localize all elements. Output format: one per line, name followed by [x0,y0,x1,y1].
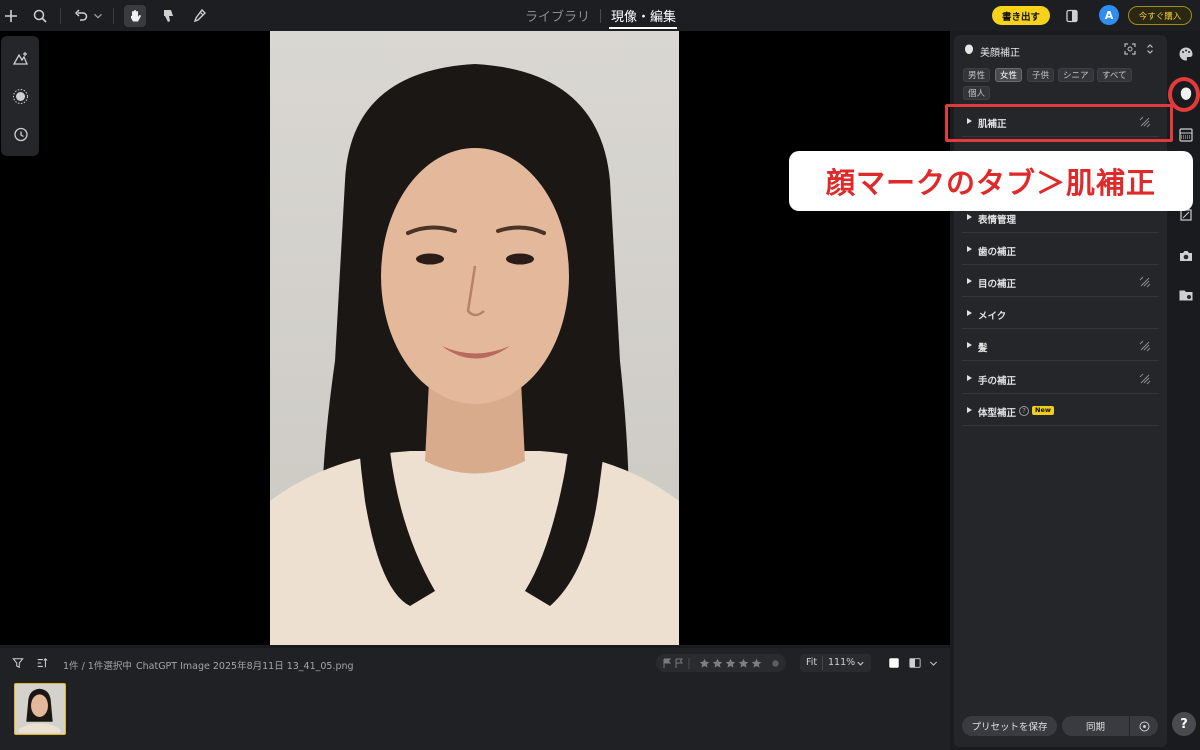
sync-button[interactable]: 同期 [1062,716,1129,736]
zoom-divider [822,656,823,670]
palette-icon[interactable] [1176,44,1196,64]
section-body-shape[interactable]: 体型補正 ? New [962,396,1159,426]
chip-individual[interactable]: 個人 [963,86,991,100]
section-eyes[interactable]: 目の補正 [962,267,1159,297]
section-label: 体型補正 [978,408,1017,419]
background-color-icon[interactable] [887,656,901,670]
light-adjust-icon[interactable] [10,86,30,106]
mode-tab-separator [600,9,601,23]
active-tab-underline [609,27,677,29]
star-icon[interactable] [749,656,763,670]
gradient-tab-icon[interactable] [1176,125,1196,145]
star-icon[interactable] [710,656,724,670]
reset-icon[interactable] [1139,340,1151,352]
expand-arrow-icon [967,278,972,284]
zoom-value: 111% [828,657,856,668]
split-view-icon[interactable] [1061,5,1083,27]
thumbnail[interactable] [14,683,66,735]
panel-title: 美顔補正 [980,48,1020,59]
auto-adjust-icon[interactable] [10,48,30,68]
file-name: ChatGPT Image 2025年8月11日 13_41_05.png [136,661,354,672]
star-icon[interactable] [697,656,711,670]
section-hair[interactable]: 髪 [962,331,1159,361]
export-button[interactable]: 書き出す [992,6,1050,25]
chip-female[interactable]: 女性 [995,68,1023,82]
expand-arrow-icon [967,407,972,413]
new-badge: New [1032,406,1054,415]
section-hands[interactable]: 手の補正 [962,364,1159,394]
face-icon [965,44,973,54]
folder-settings-icon[interactable] [1176,285,1196,305]
fit-button[interactable]: Fit [806,657,817,668]
help-icon[interactable]: ? [1019,406,1029,416]
chip-senior[interactable]: シニア [1058,68,1094,82]
color-label-icon[interactable] [768,656,782,670]
tab-library[interactable]: ライブラリ [525,6,590,25]
star-icon[interactable] [723,656,737,670]
brush-tool-icon[interactable] [188,5,210,27]
toolbar-divider [60,8,61,24]
expand-arrow-icon [967,342,972,348]
section-makeup[interactable]: メイク [962,299,1159,329]
zoom-chevron-icon[interactable] [856,659,865,668]
before-after-icon[interactable] [908,656,922,670]
section-label: 目の補正 [978,279,1017,290]
section-label: 表情管理 [978,215,1017,226]
top-bar: ライブラリ 現像・編集 書き出す A 今すぐ購入 [0,0,1200,31]
portrait-photo [270,31,679,645]
annotation-callout: 顔マークのタブ＞肌補正 [789,151,1193,211]
filter-icon[interactable] [11,656,25,670]
tab-develop-edit[interactable]: 現像・編集 [611,6,676,25]
chip-male[interactable]: 男性 [963,68,991,82]
sync-options-icon[interactable] [1130,716,1158,736]
image-canvas[interactable] [0,31,950,673]
section-teeth[interactable]: 歯の補正 [962,235,1159,265]
filmstrip: 1件 / 1件選択中 ChatGPT Image 2025年8月11日 13_4… [0,648,950,750]
sort-icon[interactable] [35,656,49,670]
filmstrip-chevron-icon[interactable] [926,656,940,670]
chip-all[interactable]: すべて [1097,68,1132,82]
history-icon[interactable] [10,124,30,144]
section-label: 髪 [978,343,988,354]
toolbar-divider [113,8,114,24]
left-tool-palette [1,36,39,156]
expand-arrow-icon [967,375,972,381]
expand-arrow-icon [967,310,972,316]
undo-history-chevron-icon[interactable] [91,5,105,27]
thumbs-down-icon[interactable] [157,5,179,27]
search-icon[interactable] [29,5,51,27]
skin-section-highlight [945,104,1173,142]
help-button[interactable]: ? [1172,712,1196,736]
face-detect-icon[interactable] [1124,43,1136,55]
add-icon[interactable] [0,5,22,27]
undo-icon[interactable] [70,5,92,27]
camera-tab-icon[interactable] [1176,246,1196,266]
reset-icon[interactable] [1139,373,1151,385]
section-label: 手の補正 [978,376,1017,387]
save-preset-button[interactable]: プリセットを保存 [962,716,1057,736]
section-label: 歯の補正 [978,247,1017,258]
reset-icon[interactable] [1139,276,1151,288]
zoom-control[interactable]: Fit 111% [800,654,871,672]
expand-arrow-icon [967,246,972,252]
chip-child[interactable]: 子供 [1027,68,1055,82]
selection-count: 1件 / 1件選択中 [63,661,132,672]
hand-tool-icon[interactable] [124,5,146,27]
collapse-toggle-icon[interactable] [1144,43,1156,55]
buy-now-button[interactable]: 今すぐ購入 [1128,6,1192,25]
face-tab-highlight [1168,77,1200,112]
avatar[interactable]: A [1099,5,1119,25]
star-icon[interactable] [736,656,750,670]
expand-arrow-icon [967,214,972,220]
section-label: メイク [978,311,1007,322]
